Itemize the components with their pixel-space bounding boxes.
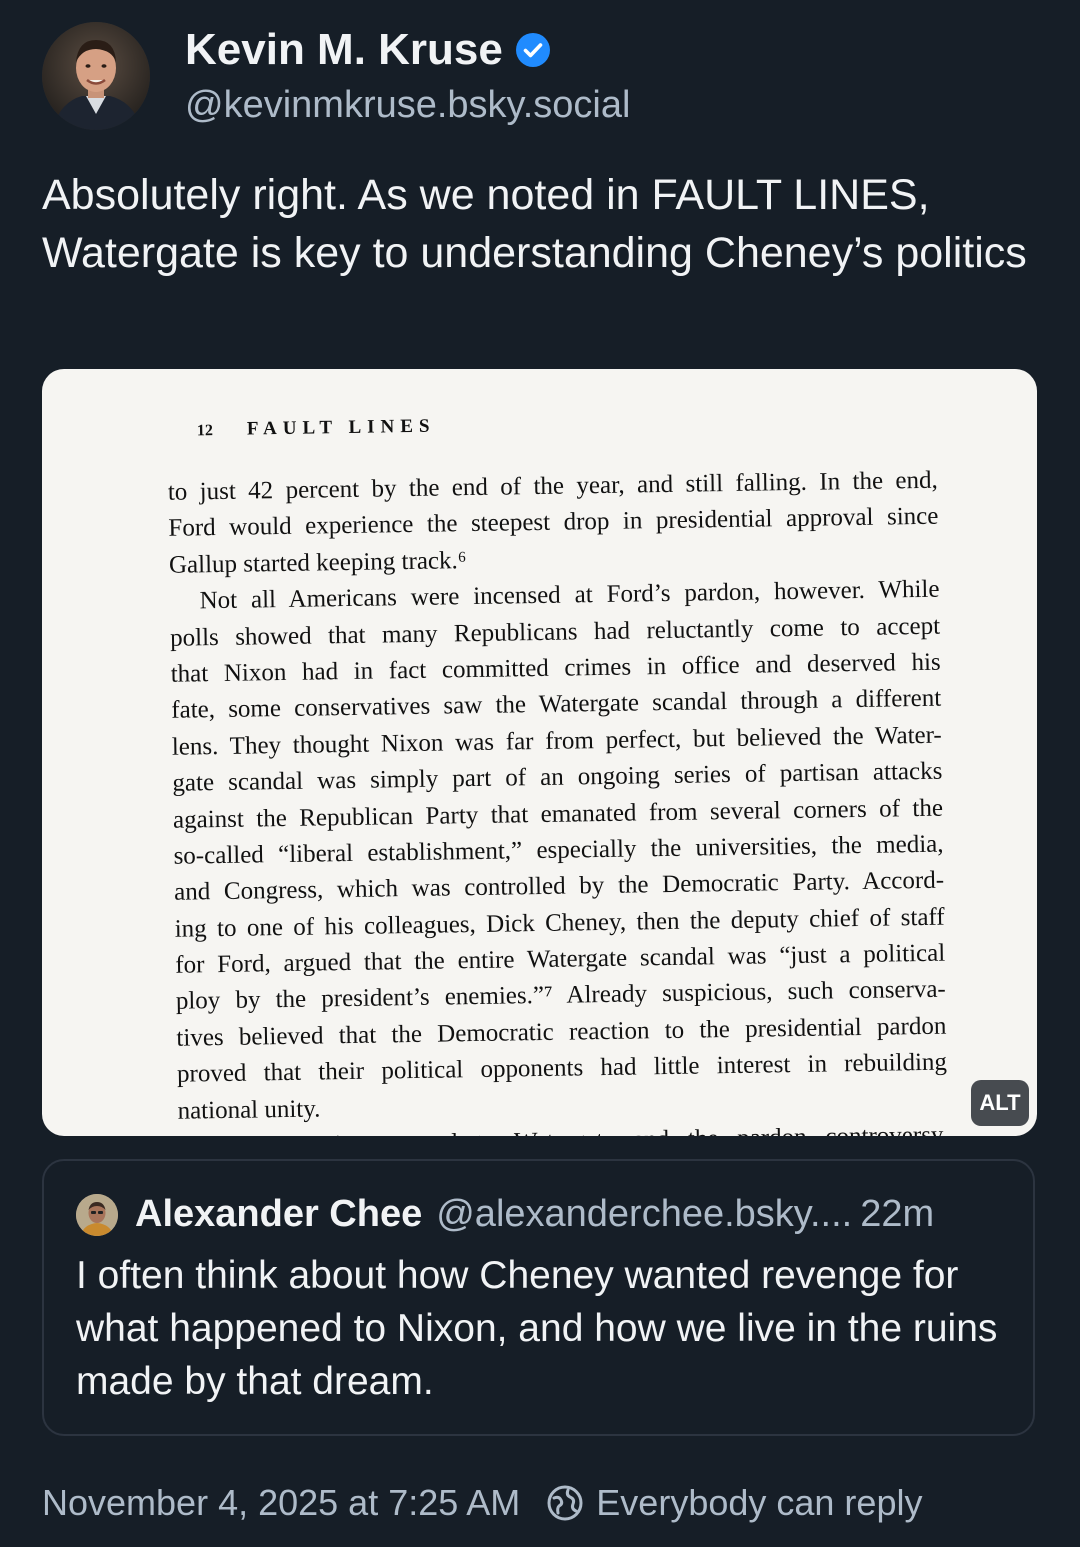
- author-name-row: Kevin M. Kruse: [185, 24, 551, 76]
- quoted-author-name: Alexander Chee: [135, 1193, 423, 1235]
- quoted-author-handle: @alexanderchee.bsky....: [436, 1193, 853, 1235]
- author-avatar-image: [42, 22, 150, 130]
- book-running-head: FAULT LINES: [246, 415, 436, 440]
- post: Kevin M. Kruse @kevinmkruse.bsky.social …: [0, 0, 1080, 1547]
- quoted-author-avatar-image: [76, 1193, 118, 1236]
- quoted-post[interactable]: Alexander Chee @alexanderchee.bsky.... 2…: [42, 1159, 1035, 1436]
- post-image[interactable]: 12 FAULT LINES to just 42 percent by the…: [42, 369, 1037, 1136]
- book-page-number: 12: [196, 422, 214, 440]
- quoted-post-time: 22m: [860, 1193, 935, 1235]
- quoted-author-avatar: [76, 1193, 118, 1236]
- book-page-photo: 12 FAULT LINES to just 42 percent by the…: [42, 369, 1037, 1136]
- post-text: Absolutely right. As we noted in FAULT L…: [42, 171, 1027, 277]
- reply-setting[interactable]: Everybody can reply: [596, 1482, 922, 1524]
- book-page-text: to just 42 percent by the end of the yea…: [168, 463, 949, 1136]
- verified-badge-icon[interactable]: [515, 32, 551, 68]
- globe-icon: [547, 1485, 583, 1521]
- author-display-name[interactable]: Kevin M. Kruse: [185, 24, 503, 76]
- quoted-post-header: Alexander Chee @alexanderchee.bsky.... 2…: [76, 1193, 934, 1236]
- post-footer: November 4, 2025 at 7:25 AM Everybody ca…: [42, 1482, 922, 1524]
- alt-text-button[interactable]: ALT: [971, 1080, 1029, 1126]
- author-handle[interactable]: @kevinmkruse.bsky.social: [185, 82, 630, 128]
- post-timestamp[interactable]: November 4, 2025 at 7:25 AM: [42, 1482, 520, 1524]
- author-avatar[interactable]: [42, 22, 150, 130]
- book-page-header: 12 FAULT LINES: [197, 416, 436, 442]
- quoted-post-text: I often think about how Cheney wanted re…: [76, 1254, 998, 1403]
